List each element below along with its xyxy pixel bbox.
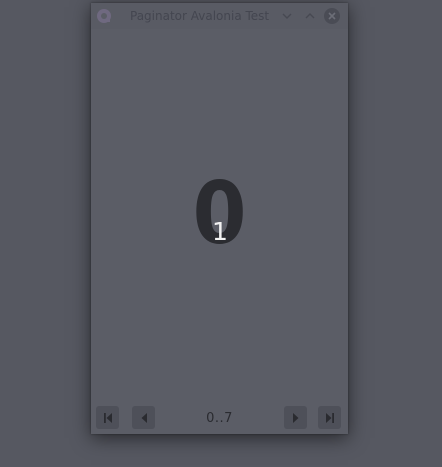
maximize-button[interactable] [302, 8, 318, 24]
skip-to-last-icon [325, 412, 334, 423]
page-content: 0 1 [91, 29, 348, 402]
window-title: Paginator Avalonia Test [130, 9, 270, 23]
app-window: Paginator Avalonia Test 0 1 0..7 [91, 3, 348, 434]
close-icon [328, 12, 336, 20]
chevron-up-icon [305, 13, 315, 19]
paginator-bar: 0..7 [91, 402, 348, 434]
minimize-button[interactable] [279, 8, 295, 24]
next-page-button[interactable] [284, 406, 307, 429]
title-bar[interactable]: Paginator Avalonia Test [91, 3, 348, 29]
overlay-number: 1 [212, 217, 228, 246]
page-range-label: 0..7 [206, 411, 233, 426]
avalonia-logo-icon [97, 9, 111, 23]
triangle-right-icon [292, 412, 298, 423]
close-button[interactable] [324, 8, 340, 24]
chevron-down-icon [282, 13, 292, 19]
last-page-button[interactable] [318, 406, 341, 429]
